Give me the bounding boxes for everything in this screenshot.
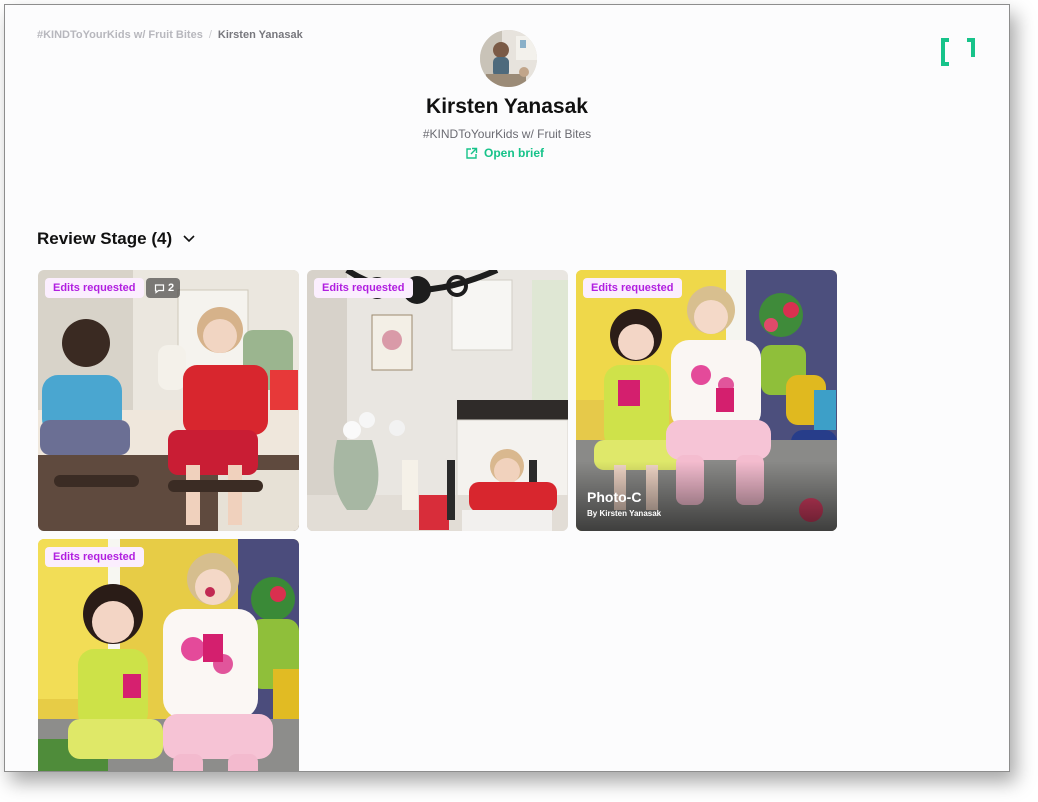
creator-name: Kirsten Yanasak [426,95,588,118]
review-stage-toggle[interactable]: Review Stage (4) [37,229,196,249]
review-stage-heading: Review Stage (4) [37,229,173,248]
photo-thumbnail [38,539,299,771]
photo-card[interactable]: Edits requested [307,270,568,531]
photo-card[interactable]: Edits requested [38,539,299,771]
status-badge: Edits requested [45,547,144,567]
comment-icon [154,283,165,294]
breadcrumb-separator: / [208,29,212,41]
status-badge: Edits requested [583,278,682,298]
breadcrumb-current: Kirsten Yanasak [217,29,303,41]
chevron-down-icon [183,235,195,243]
status-badge: Edits requested [45,278,144,298]
status-badge: Edits requested [314,278,413,298]
campaign-name: #KINDToYourKids w/ Fruit Bites [422,127,592,141]
photo-thumbnail [38,270,299,531]
comment-count: 2 [168,282,175,294]
photo-thumbnail [307,270,568,531]
open-brief-label: Open brief [484,146,545,160]
avatar [480,30,537,87]
external-link-icon [466,147,478,159]
breadcrumb-campaign-link[interactable]: #KINDToYourKids w/ Fruit Bites [37,29,203,41]
comment-count-badge[interactable]: 2 [146,278,181,298]
photo-card[interactable]: Edits requested Photo-C By Kirsten Yanas… [576,270,837,531]
breadcrumb: #KINDToYourKids w/ Fruit Bites / Kirsten Y… [37,29,303,41]
app-window: #KINDToYourKids w/ Fruit Bites / Kirsten Y… [4,4,1010,772]
photo-card[interactable]: Edits requested 2 [38,270,299,531]
open-brief-link[interactable]: Open brief [465,146,544,160]
photo-author: By Kirsten Yanasak [587,509,662,518]
photo-title: Photo-C [587,489,642,505]
logo-bracket-icon[interactable] [939,35,977,69]
